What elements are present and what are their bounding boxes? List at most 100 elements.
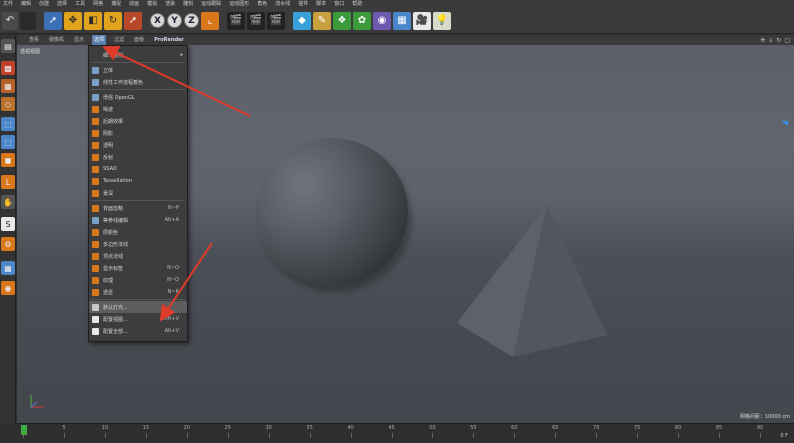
dropdown-item-label: 默认灯光...: [103, 304, 128, 311]
scale-tool-button[interactable]: ◧: [84, 11, 102, 30]
light-button[interactable]: 💡: [433, 11, 451, 30]
viewport-menu-tab[interactable]: 摄像机: [47, 35, 66, 45]
viewport-menu-tab[interactable]: 显示: [72, 35, 86, 45]
dropdown-item[interactable]: 顶点法线: [89, 250, 187, 262]
menu-item[interactable]: 网格: [93, 0, 103, 8]
dropdown-item[interactable]: 立体: [89, 64, 187, 76]
move-view-icon[interactable]: ✣: [760, 37, 765, 44]
render-view-button[interactable]: 🎬: [227, 11, 245, 30]
array-button[interactable]: ✿: [353, 11, 371, 30]
menu-item[interactable]: 运动跟踪: [201, 0, 221, 8]
menu-item[interactable]: 帮助: [352, 0, 362, 8]
viewport-menu-tab[interactable]: ProRender: [152, 35, 186, 45]
timeline-tick-label: 70: [593, 425, 600, 431]
floor-button[interactable]: ▦: [393, 11, 411, 30]
viewport-menu-tab[interactable]: 选项: [92, 35, 107, 45]
viewport-menu-tab[interactable]: 面板: [132, 35, 146, 45]
dropdown-item[interactable]: 细节级别 ▸: [89, 49, 187, 61]
coordinate-system-button[interactable]: ⌞: [201, 11, 219, 30]
dropdown-item[interactable]: 线性工作流程着色: [89, 76, 187, 88]
dropdown-item[interactable]: SSAO: [89, 163, 187, 175]
menu-item[interactable]: 动画: [129, 0, 139, 8]
dropdown-item[interactable]: 层颜色: [89, 226, 187, 238]
tweak-mode-button[interactable]: ✋: [1, 195, 15, 209]
edges-mode-button[interactable]: ⬚: [1, 135, 15, 149]
dropdown-item-shortcut: N~O: [167, 265, 179, 271]
polygons-mode-button[interactable]: ◼: [1, 153, 15, 167]
menu-item-icon: [92, 78, 99, 86]
recent-tools-button[interactable]: ➚: [124, 11, 142, 30]
make-editable-button[interactable]: ▤: [1, 39, 15, 53]
rotate-icon: ↻: [108, 15, 118, 26]
pyramid-object[interactable]: [457, 205, 637, 365]
texture-mode-button[interactable]: ▦: [1, 79, 15, 93]
menu-item[interactable]: 脚本: [316, 0, 326, 8]
timeline[interactable]: 051015202530354045505560657075808590 0 F: [17, 423, 794, 443]
menu-item-icon: [92, 177, 99, 185]
menu-item[interactable]: 创建: [39, 0, 49, 8]
viewport-menu-tab[interactable]: 过滤: [112, 35, 126, 45]
menu-item[interactable]: 模拟: [147, 0, 157, 8]
dropdown-item[interactable]: 反射: [89, 151, 187, 163]
dropdown-item[interactable]: 配置视图... Shift+V: [89, 313, 187, 325]
dropdown-item[interactable]: 配置全部... Alt+V: [89, 325, 187, 337]
menu-item[interactable]: 工具: [75, 0, 85, 8]
menu-item-icon: [92, 303, 99, 311]
dropdown-item[interactable]: 阴影: [89, 127, 187, 139]
menu-item[interactable]: 捕捉: [111, 0, 121, 8]
deformer-button[interactable]: ◉: [373, 11, 391, 30]
enable-axis-button[interactable]: L: [1, 175, 15, 189]
menu-item[interactable]: 渲染: [165, 0, 175, 8]
render-settings-button[interactable]: 🎬: [267, 11, 285, 30]
dropdown-item[interactable]: 透明: [89, 139, 187, 151]
dropdown-item[interactable]: 显示标签 N~O: [89, 262, 187, 274]
rotate-tool-button[interactable]: ↻: [104, 11, 122, 30]
sphere-object[interactable]: [255, 138, 408, 286]
dropdown-item[interactable]: 多边形法线: [89, 238, 187, 250]
dropdown-item[interactable]: 透显 N~R: [89, 286, 187, 298]
dropdown-item[interactable]: 等参线编辑 Alt+A: [89, 214, 187, 226]
menu-item[interactable]: 插件: [298, 0, 308, 8]
planar-workplane-button[interactable]: ▦: [1, 261, 15, 275]
move-tool-button[interactable]: ✥: [64, 11, 82, 30]
rotate-view-icon[interactable]: ↻: [776, 37, 781, 44]
menu-item[interactable]: 选择: [57, 0, 67, 8]
dropdown-item[interactable]: Tessellation: [89, 175, 187, 187]
model-mode-button[interactable]: ▩: [1, 61, 15, 75]
viewport-menu-tab[interactable]: 查看: [27, 35, 41, 45]
snap-button[interactable]: S: [1, 217, 15, 231]
menu-item[interactable]: 流水线: [275, 0, 290, 8]
toggle-view-icon[interactable]: ▢: [784, 37, 790, 44]
timeline-playhead[interactable]: [21, 425, 27, 435]
dropdown-item[interactable]: 纹理 N~Q: [89, 274, 187, 286]
undo-button[interactable]: ↶: [2, 11, 18, 30]
menu-item[interactable]: 角色: [257, 0, 267, 8]
menu-item[interactable]: 雕刻: [183, 0, 193, 8]
menu-item[interactable]: 编辑: [21, 0, 31, 8]
z-axis-button[interactable]: Z: [184, 13, 199, 28]
workplane-lock-button[interactable]: ⚙: [1, 237, 15, 251]
redo-button[interactable]: [20, 11, 36, 30]
dropdown-item[interactable]: 默认灯光...: [89, 301, 187, 313]
dropdown-item[interactable]: 增强 OpenGL: [89, 91, 187, 103]
cube-object-button[interactable]: ◆: [293, 11, 311, 30]
menu-item[interactable]: 文件: [3, 0, 13, 8]
zoom-view-icon[interactable]: ↓: [768, 37, 773, 44]
x-axis-button[interactable]: X: [150, 13, 165, 28]
subdivision-surface-button[interactable]: ❖: [333, 11, 351, 30]
dropdown-item-label: Tessellation: [103, 178, 132, 184]
pen-spline-button[interactable]: ✎: [313, 11, 331, 30]
render-picture-viewer-button[interactable]: 🎬: [247, 11, 265, 30]
dropdown-item[interactable]: 背面忽略 N~P: [89, 202, 187, 214]
workplane-mode-button[interactable]: ◇: [1, 97, 15, 111]
y-axis-button[interactable]: Y: [167, 13, 182, 28]
solo-button[interactable]: ◉: [1, 281, 15, 295]
points-mode-button[interactable]: ⬚: [1, 117, 15, 131]
dropdown-item[interactable]: 噪波: [89, 103, 187, 115]
menu-item[interactable]: 运动图形: [229, 0, 249, 8]
live-selection-button[interactable]: ➚: [44, 11, 62, 30]
menu-item[interactable]: 窗口: [334, 0, 344, 8]
dropdown-item[interactable]: 景深: [89, 187, 187, 199]
dropdown-item[interactable]: 后期效果: [89, 115, 187, 127]
camera-button[interactable]: 🎥: [413, 11, 431, 30]
